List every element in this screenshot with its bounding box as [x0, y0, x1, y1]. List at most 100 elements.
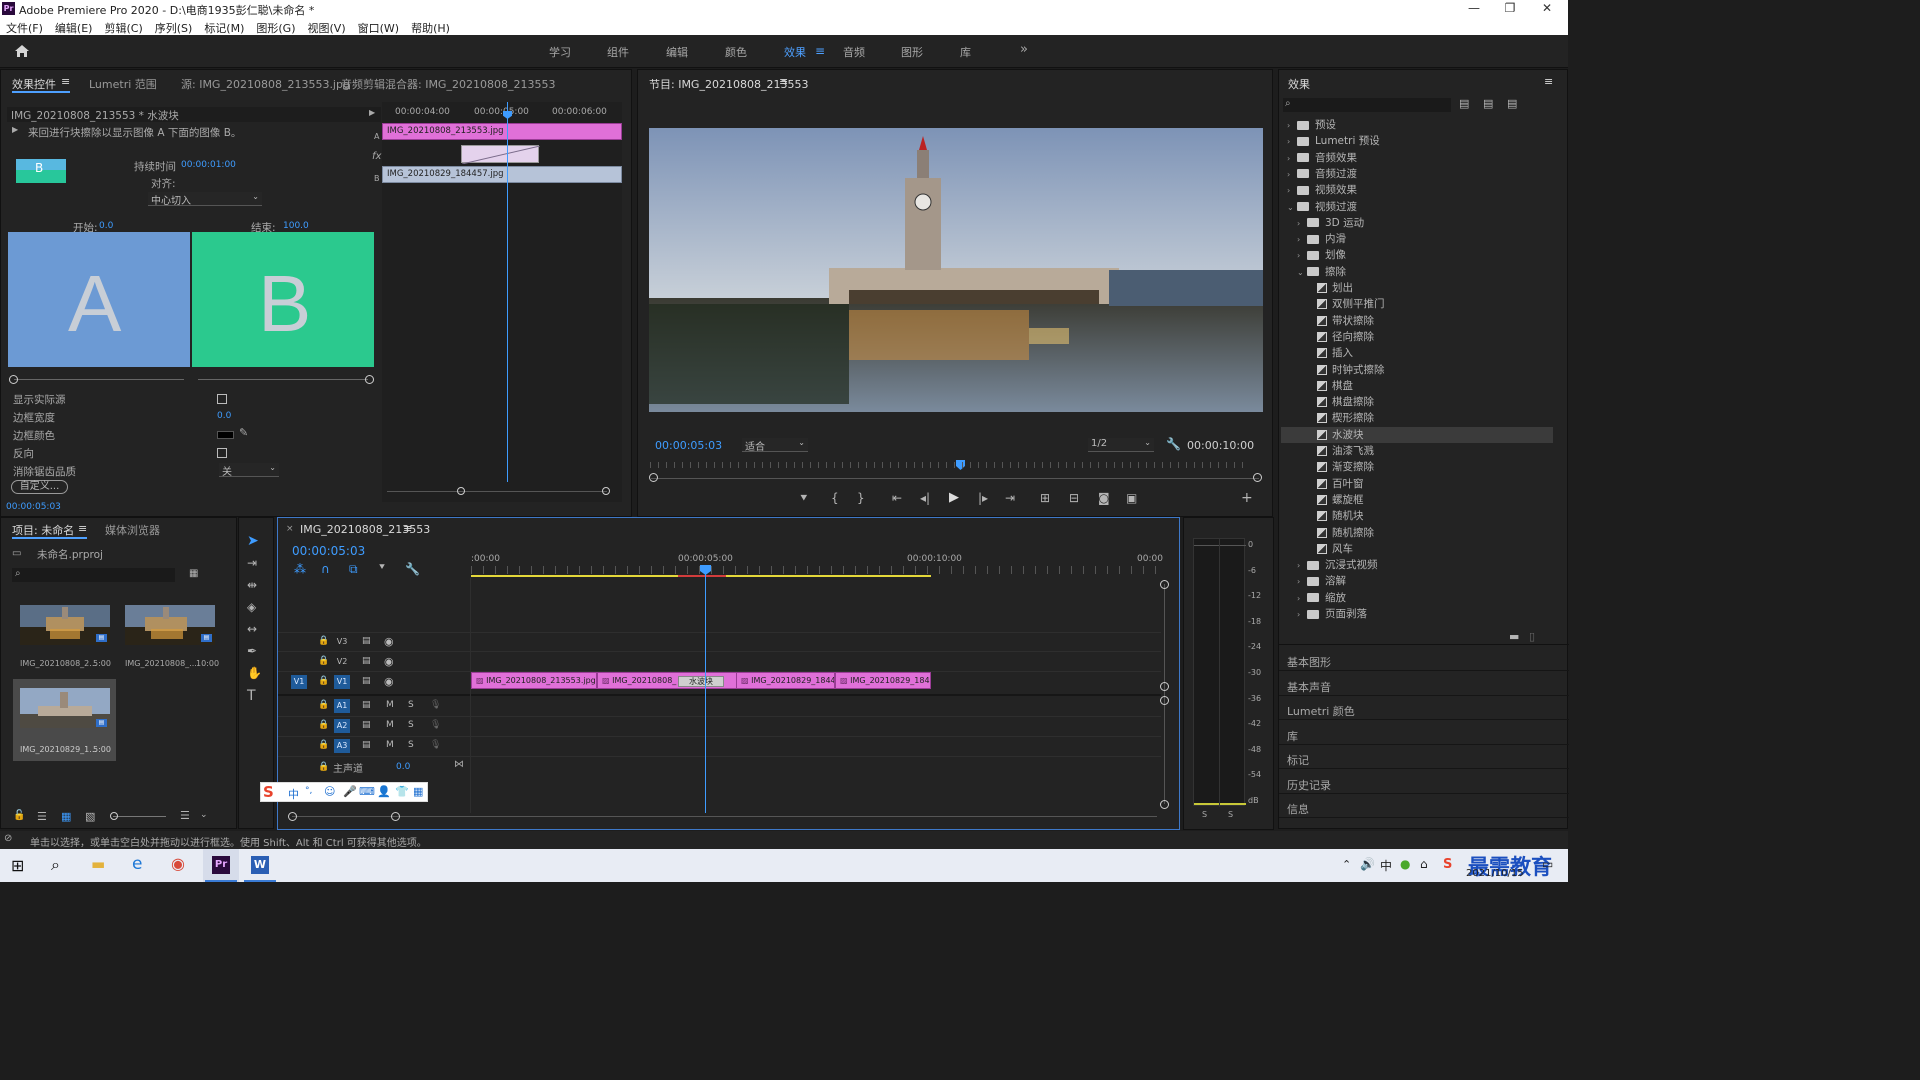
hand-tool-icon[interactable]: ✋ — [247, 666, 262, 680]
align-select[interactable]: 中心切入 ⌄ — [148, 192, 262, 207]
effects-tree-item[interactable]: 插入 — [1281, 345, 1553, 361]
project-item-selected[interactable]: ▤ IMG_20210829_1... 5:00 — [13, 679, 116, 761]
sogou-tray-icon[interactable]: S — [1443, 857, 1452, 872]
32bit-effects-icon[interactable]: ▤ — [1483, 97, 1493, 110]
eye-icon[interactable]: ◉ — [384, 675, 394, 688]
add-button-icon[interactable]: + — [1241, 490, 1253, 506]
chevron-down-icon[interactable]: ⌄ — [1287, 200, 1297, 216]
tab-source[interactable]: 源: IMG_20210808_213553.jpg — [181, 76, 350, 92]
mute-button[interactable]: M — [386, 720, 394, 730]
effects-tree-item[interactable]: 棋盘 — [1281, 378, 1553, 394]
tab-menu-icon[interactable]: ≡ — [61, 75, 70, 88]
menu-markers[interactable]: 标记(M) — [198, 18, 250, 36]
step-back-icon[interactable]: ◂| — [920, 491, 930, 505]
show-actual-source-checkbox[interactable] — [217, 394, 227, 404]
antialias-select[interactable]: 关 ⌄ — [219, 463, 279, 478]
effects-tree-item[interactable]: › 沉浸式视频 — [1281, 557, 1553, 573]
chevron-right-icon[interactable]: › — [1297, 574, 1307, 590]
menu-file[interactable]: 文件(F) — [0, 18, 49, 36]
effects-tree-item[interactable]: 风车 — [1281, 541, 1553, 557]
effects-tree-item[interactable]: 划出 — [1281, 280, 1553, 296]
chevron-right-icon[interactable]: › — [1287, 151, 1297, 167]
side-panel-tab[interactable]: 库 — [1287, 728, 1298, 744]
solo-button[interactable]: S — [408, 720, 414, 730]
menu-window[interactable]: 窗口(W) — [352, 18, 405, 36]
effects-tree-item[interactable]: 棋盘擦除 — [1281, 394, 1553, 410]
lock-icon[interactable]: 🔓 — [13, 810, 25, 821]
reverse-checkbox[interactable] — [217, 448, 227, 458]
program-timecode[interactable]: 00:00:05:03 — [655, 439, 722, 452]
security-icon[interactable]: ● — [1400, 857, 1410, 871]
end-slider[interactable] — [198, 379, 368, 380]
effects-tree-item[interactable]: › 溶解 — [1281, 573, 1553, 589]
mark-in-icon[interactable]: { — [831, 491, 839, 505]
lock-icon[interactable]: 🔒 — [318, 762, 329, 772]
expand-arrow-icon[interactable]: ▶ — [369, 108, 375, 117]
keyboard-icon[interactable]: ⌨ — [359, 785, 375, 798]
search-icon[interactable]: ⌕ — [51, 855, 60, 875]
tab-project[interactable]: 项目: 未命名 — [12, 522, 74, 538]
delete-icon[interactable]: ▯ — [1529, 630, 1535, 643]
end-slider-handle[interactable] — [365, 375, 374, 384]
effects-tree-item[interactable]: › 内滑 — [1281, 231, 1553, 247]
linked-selection-icon[interactable]: ⧉ — [349, 562, 358, 577]
microphone-icon[interactable]: 🎙 — [430, 720, 441, 730]
solo-button[interactable]: S — [408, 700, 414, 710]
workspace-color[interactable]: 颜色 — [725, 44, 747, 60]
workspace-effects[interactable]: 效果 — [784, 44, 806, 60]
workspace-assembly[interactable]: 组件 — [607, 44, 629, 60]
skin-icon[interactable]: 👕 — [395, 785, 409, 798]
yuv-effects-icon[interactable]: ▤ — [1507, 97, 1517, 110]
effects-tree-item[interactable]: 双侧平推门 — [1281, 296, 1553, 312]
scroll-handle[interactable] — [1160, 682, 1169, 691]
track-label-a2[interactable]: A2 — [334, 719, 350, 733]
scroll-handle[interactable] — [391, 812, 400, 821]
meter-solo-left[interactable]: S — [1202, 810, 1207, 819]
project-item[interactable]: ▤ IMG_20210808_2... 5:00 — [13, 600, 115, 674]
lift-icon[interactable]: ⊞ — [1040, 491, 1050, 505]
lock-icon[interactable]: 🔒 — [318, 740, 329, 750]
workspace-more-icon[interactable]: » — [1020, 42, 1028, 57]
network-icon[interactable]: ⌂ — [1420, 857, 1428, 871]
mute-button[interactable]: M — [386, 700, 394, 710]
custom-button[interactable]: 自定义... — [11, 480, 68, 494]
project-search-input[interactable]: ⌕ — [12, 568, 175, 582]
eye-icon[interactable]: ◉ — [384, 655, 394, 668]
menu-edit[interactable]: 编辑(E) — [49, 18, 99, 36]
eye-icon[interactable]: ◉ — [384, 635, 394, 648]
effect-controls-mini-timeline[interactable]: 00:00:04:00 00:00:05:00 00:00:06:00 IMG_… — [382, 102, 622, 502]
border-color-swatch[interactable] — [217, 431, 234, 439]
effects-tree-item[interactable]: 楔形擦除 — [1281, 410, 1553, 426]
lock-icon[interactable]: 🔒 — [318, 700, 329, 710]
sync-lock-icon[interactable]: ▤ — [362, 740, 371, 750]
sync-lock-icon[interactable]: ▤ — [362, 720, 371, 730]
go-to-in-icon[interactable]: ⇤ — [892, 491, 902, 505]
workspace-learning[interactable]: 学习 — [549, 44, 571, 60]
notifications-icon[interactable]: ▭ — [1542, 857, 1553, 871]
lock-icon[interactable]: 🔒 — [318, 676, 329, 686]
chevron-right-icon[interactable]: › — [1297, 216, 1307, 232]
chevron-right-icon[interactable]: › — [1297, 248, 1307, 264]
chevron-right-icon[interactable]: › — [1287, 167, 1297, 183]
track-label-v2[interactable]: V2 — [334, 655, 350, 669]
scroll-handle[interactable] — [649, 473, 658, 482]
source-patch-v1[interactable]: V1 — [291, 675, 307, 689]
mini-playhead-head[interactable] — [503, 111, 512, 119]
timeline-playhead[interactable] — [705, 565, 706, 813]
close-icon[interactable]: × — [286, 524, 294, 534]
panel-menu-icon[interactable]: ≡ — [403, 522, 412, 535]
windows-start-icon[interactable]: ⊞ — [11, 856, 24, 875]
program-scrubber[interactable] — [651, 478, 1259, 479]
tab-audio-clip-mixer[interactable]: 音频剪辑混合器: IMG_20210808_213553 — [341, 76, 555, 92]
border-width-value[interactable]: 0.0 — [217, 411, 231, 421]
lock-icon[interactable]: 🔒 — [318, 720, 329, 730]
transition-clip-label[interactable]: 水波块 — [678, 676, 724, 687]
slip-tool-icon[interactable]: ↔ — [247, 622, 257, 636]
effects-tree-item[interactable]: 随机块 — [1281, 508, 1553, 524]
effects-tree-item[interactable]: › 划像 — [1281, 247, 1553, 263]
track-label-v1[interactable]: V1 — [334, 675, 350, 689]
effects-tree-item[interactable]: 时钟式擦除 — [1281, 362, 1553, 378]
edge-icon[interactable]: e — [132, 854, 142, 874]
zoom-fit-select[interactable]: 适合 ⌄ — [742, 438, 808, 453]
microphone-icon[interactable]: 🎙 — [430, 700, 441, 710]
